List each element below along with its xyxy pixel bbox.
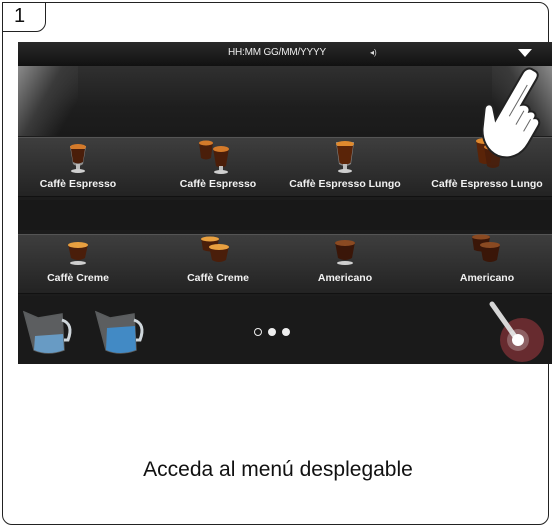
shelf-gap (18, 200, 552, 230)
single-lungo-cup-icon (336, 141, 354, 173)
page-indicator[interactable] (254, 323, 296, 341)
double-americano-cup-icon (472, 234, 500, 262)
drink-label: Caffè Creme (187, 272, 249, 284)
double-creme-cup-icon (201, 236, 229, 262)
drink-tile-caffe-creme[interactable]: Caffè Creme (18, 232, 143, 292)
dropdown-menu-button[interactable] (516, 46, 534, 62)
hot-water-spout-icon[interactable] (480, 298, 544, 362)
light-reflection-left (18, 66, 78, 136)
drink-label: Caffè Espresso Lungo (431, 178, 543, 190)
drink-label: Caffè Espresso (39, 178, 117, 190)
page-dot-active[interactable] (268, 328, 276, 336)
chevron-down-icon (518, 49, 532, 57)
drink-tile-caffe-espresso[interactable]: Caffè Espresso (18, 134, 143, 194)
water-pitcher-icon[interactable] (90, 300, 154, 358)
drink-label: Americano (317, 272, 373, 284)
single-americano-cup-icon (335, 240, 355, 265)
double-espresso-cup-icon (199, 140, 229, 174)
display-background (18, 66, 552, 136)
drink-label: Caffè Creme (47, 272, 109, 284)
drink-label: Americano (459, 272, 515, 284)
machine-display: HH:MM GG/MM/YYYY ◂) Caffè Espresso Caffè… (18, 42, 552, 364)
drink-tile-americano-double[interactable]: Americano (422, 232, 552, 292)
page-dot[interactable] (254, 328, 262, 336)
step-number: 1 (2, 2, 46, 32)
bottom-bar (18, 296, 552, 364)
single-espresso-cup-icon (70, 144, 86, 173)
drink-tile-caffe-creme-double[interactable]: Caffè Creme (153, 232, 283, 292)
milk-pitcher-icon[interactable] (18, 300, 82, 358)
drink-tile-americano[interactable]: Americano (280, 232, 410, 292)
single-creme-cup-icon (68, 242, 88, 265)
instruction-caption: Acceda al menú desplegable (143, 458, 413, 481)
drink-tile-caffe-espresso-lungo[interactable]: Caffè Espresso Lungo (280, 134, 410, 194)
status-bar: HH:MM GG/MM/YYYY ◂) (18, 42, 552, 66)
drink-tile-caffe-espresso-double[interactable]: Caffè Espresso (153, 134, 283, 194)
page-dot[interactable] (282, 328, 290, 336)
hand-pointer-icon (482, 67, 541, 159)
speaker-icon[interactable]: ◂) (370, 48, 377, 57)
drink-label: Caffè Espresso (179, 178, 257, 190)
datetime-readout: HH:MM GG/MM/YYYY (228, 47, 326, 58)
drink-label: Caffè Espresso Lungo (289, 178, 401, 190)
